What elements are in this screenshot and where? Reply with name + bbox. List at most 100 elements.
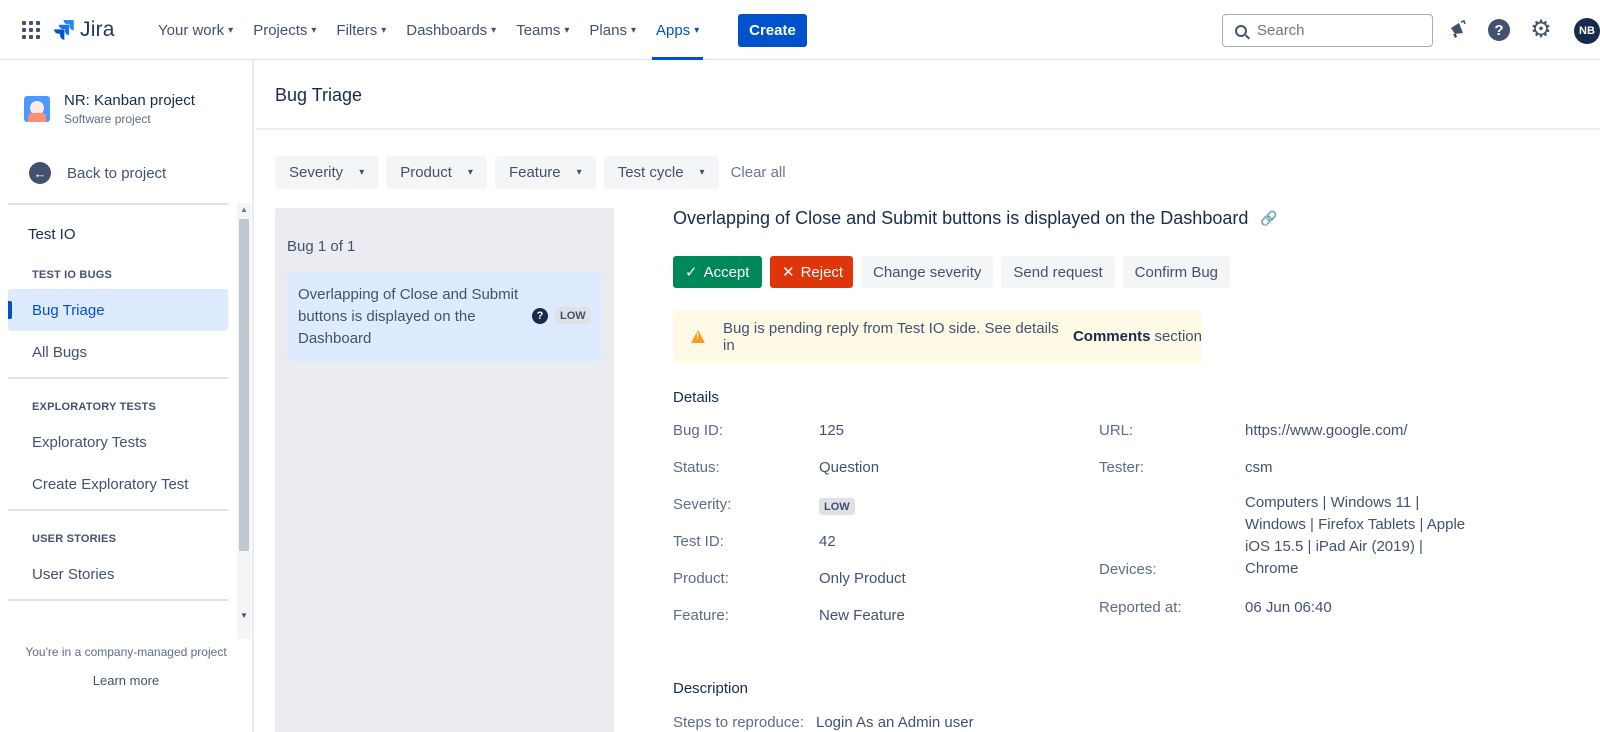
- jira-logo-icon: [54, 20, 74, 40]
- search-input[interactable]: [1257, 22, 1427, 39]
- tester-label: Tester:: [1099, 459, 1145, 476]
- details-heading: Details: [673, 389, 719, 406]
- link-icon[interactable]: 🔗: [1260, 210, 1277, 227]
- create-button[interactable]: Create: [738, 14, 807, 47]
- main-nav: Your work ▾ Projects ▾ Filters ▾ Dashboards…: [148, 0, 709, 60]
- chevron-down-icon: ▾: [630, 24, 636, 36]
- tester-value: csm: [1245, 459, 1273, 476]
- back-to-project-link[interactable]: ← Back to project: [29, 162, 166, 184]
- product-value: Only Product: [819, 570, 906, 587]
- divider: [8, 377, 228, 379]
- bug-title-text: Overlapping of Close and Submit buttons …: [673, 208, 1249, 228]
- sidebar-scroll-area: Test IO TEST IO BUGS Bug Triage All Bugs…: [8, 203, 228, 681]
- top-navigation-bar: Jira Your work ▾ Projects ▾ Filters ▾ Dashb…: [0, 0, 1600, 60]
- company-managed-text: You're in a company-managed project: [25, 645, 227, 659]
- divider: [8, 599, 228, 601]
- url-label: URL:: [1099, 422, 1134, 439]
- url-value[interactable]: https://www.google.com/: [1245, 422, 1408, 439]
- nav-teams[interactable]: Teams ▾: [506, 0, 579, 60]
- change-severity-button[interactable]: Change severity: [861, 256, 994, 288]
- warning-text: Bug is pending reply from Test IO side. …: [723, 319, 1059, 354]
- bug-actions: ✓ Accept ✕ Reject Change severity Send req…: [673, 256, 1238, 288]
- accept-label: Accept: [703, 263, 750, 281]
- arrow-left-icon: ←: [29, 162, 51, 184]
- project-name: NR: Kanban project: [64, 92, 195, 109]
- scroll-up-arrow-icon[interactable]: ▲: [240, 205, 248, 214]
- jira-logo[interactable]: Jira: [54, 18, 115, 42]
- status-value: Question: [819, 459, 880, 476]
- chevron-down-icon: ▾: [576, 167, 582, 178]
- chevron-down-icon: ▾: [564, 24, 570, 36]
- nav-label: Projects: [253, 21, 308, 39]
- gear-icon: ⚙: [1530, 16, 1552, 43]
- scroll-down-arrow-icon[interactable]: ▼: [240, 611, 248, 620]
- nav-label: Plans: [589, 21, 627, 39]
- sidebar-app-title: Test IO: [28, 225, 76, 243]
- help-button[interactable]: ?: [1487, 18, 1511, 42]
- send-request-button[interactable]: Send request: [1001, 256, 1115, 288]
- nav-your-work[interactable]: Your work ▾: [148, 0, 243, 60]
- nav-apps[interactable]: Apps ▾: [646, 0, 709, 60]
- scrollbar-thumb[interactable]: [239, 219, 249, 551]
- bug-card[interactable]: Overlapping of Close and Submit buttons …: [287, 272, 601, 362]
- filter-label: Severity: [289, 164, 344, 181]
- filter-bar: Severity ▾ Product ▾ Feature ▾ Test cycle ▾ …: [275, 156, 786, 189]
- sidebar-item-bug-triage[interactable]: Bug Triage: [8, 289, 228, 331]
- filter-test-cycle[interactable]: Test cycle ▾: [603, 156, 719, 189]
- bug-card-title: Overlapping of Close and Submit buttons …: [298, 286, 519, 347]
- bug-detail-panel: Overlapping of Close and Submit buttons …: [673, 208, 1573, 731]
- sidebar-item-exploratory-tests[interactable]: Exploratory Tests: [8, 421, 228, 463]
- filter-severity[interactable]: Severity ▾: [275, 156, 379, 189]
- question-status-icon: ?: [532, 308, 548, 324]
- close-icon: ✕: [782, 264, 795, 281]
- bug-id-value: 125: [819, 422, 845, 439]
- notifications-button[interactable]: [1445, 18, 1469, 42]
- sidebar-item-create-exploratory-test[interactable]: Create Exploratory Test: [8, 463, 228, 505]
- description-heading: Description: [673, 680, 749, 697]
- nav-dashboards[interactable]: Dashboards ▾: [396, 0, 506, 60]
- user-avatar[interactable]: NB: [1574, 18, 1600, 44]
- app-switcher-icon[interactable]: [22, 21, 40, 39]
- chevron-down-icon: ▾: [359, 167, 365, 178]
- devices-label: Devices:: [1099, 561, 1157, 578]
- steps-to-reproduce-value: Login As an Admin user: [816, 714, 974, 731]
- project-type: Software project: [64, 112, 151, 126]
- search-box[interactable]: [1222, 14, 1433, 47]
- chevron-down-icon: ▾: [491, 24, 497, 36]
- settings-button[interactable]: ⚙: [1529, 18, 1553, 42]
- sidebar-item-all-bugs[interactable]: All Bugs: [8, 331, 228, 373]
- severity-badge: LOW: [555, 307, 591, 324]
- accept-button[interactable]: ✓ Accept: [673, 256, 762, 288]
- filter-product[interactable]: Product ▾: [386, 156, 487, 189]
- check-icon: ✓: [685, 264, 698, 281]
- megaphone-icon: [1451, 20, 1466, 38]
- reported-at-label: Reported at:: [1099, 599, 1182, 616]
- severity-label: Severity:: [673, 496, 732, 513]
- filter-label: Feature: [508, 164, 561, 181]
- chevron-down-icon: ▾: [699, 167, 705, 178]
- steps-to-reproduce-label: Steps to reproduce:: [673, 714, 804, 731]
- chevron-down-icon: ▾: [381, 24, 387, 36]
- nav-plans[interactable]: Plans ▾: [579, 0, 646, 60]
- feature-label: Feature:: [673, 607, 729, 624]
- sidebar-scrollbar[interactable]: ▲ ▼: [237, 203, 251, 639]
- reject-button[interactable]: ✕ Reject: [770, 256, 853, 288]
- project-header[interactable]: NR: Kanban project Software project: [24, 92, 195, 126]
- filter-feature[interactable]: Feature ▾: [494, 156, 596, 189]
- nav-projects[interactable]: Projects ▾: [243, 0, 326, 60]
- nav-label: Apps: [655, 21, 691, 39]
- nav-label: Dashboards: [406, 21, 488, 39]
- bug-detail-title: Overlapping of Close and Submit buttons …: [673, 208, 1573, 229]
- status-label: Status:: [673, 459, 720, 476]
- warning-comments-link[interactable]: Comments: [1073, 328, 1151, 345]
- nav-filters[interactable]: Filters ▾: [326, 0, 396, 60]
- sidebar-item-user-stories[interactable]: User Stories: [8, 553, 228, 595]
- reject-label: Reject: [800, 263, 844, 281]
- confirm-bug-button[interactable]: Confirm Bug: [1122, 256, 1231, 288]
- feature-value: New Feature: [819, 607, 905, 624]
- learn-more-link[interactable]: Learn more: [93, 673, 159, 688]
- clear-all-button[interactable]: Clear all: [731, 164, 786, 181]
- jira-wordmark: Jira: [80, 18, 115, 41]
- sidebar: NR: Kanban project Software project ← Ba…: [0, 60, 254, 732]
- warning-icon: [691, 330, 705, 343]
